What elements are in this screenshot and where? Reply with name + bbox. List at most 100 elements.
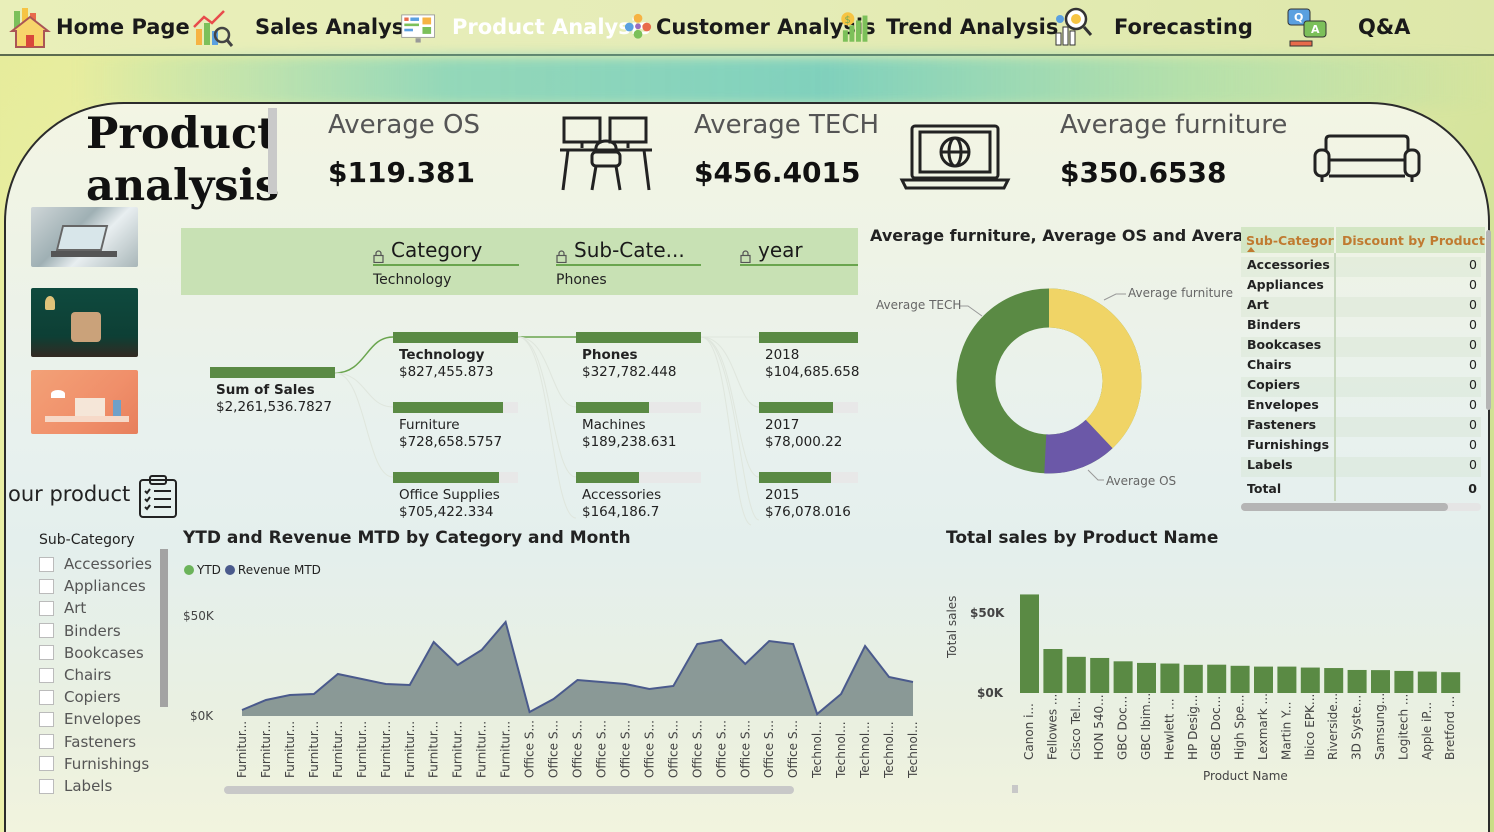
table-cell-name: Furnishings xyxy=(1247,437,1330,452)
checkbox[interactable] xyxy=(39,600,54,616)
checkbox[interactable] xyxy=(39,645,54,661)
nav-product-analysis[interactable]: Product Analysis xyxy=(400,0,650,54)
table-cell-name: Binders xyxy=(1247,317,1301,332)
table-row[interactable]: Labels 0 xyxy=(1241,457,1481,477)
kpi-tech-label: Average TECH xyxy=(694,110,880,140)
slicer-item-label: Envelopes xyxy=(64,710,141,729)
nav-qa[interactable]: Q A Q&A xyxy=(1286,0,1410,54)
table-row[interactable]: Accessories 0 xyxy=(1241,257,1481,277)
x-tick-label: Furnitur... xyxy=(259,721,273,778)
checkbox[interactable] xyxy=(39,556,54,572)
nav-home-label: Home Page xyxy=(56,15,190,39)
checkbox[interactable] xyxy=(39,778,54,794)
decomp-node-bar[interactable] xyxy=(576,332,701,343)
slicer-item-label: Bookcases xyxy=(64,643,144,662)
decomp-node-bar[interactable] xyxy=(393,402,518,413)
decomp-field-subcategory[interactable]: Sub-Cate... Phones xyxy=(556,238,701,288)
x-tick-label: Office S... xyxy=(786,720,800,778)
slicer-item[interactable]: Appliances xyxy=(39,575,146,597)
table-row[interactable]: Fasteners 0 xyxy=(1241,417,1481,437)
slicer-item[interactable]: Accessories xyxy=(39,553,152,575)
checkbox[interactable] xyxy=(39,734,54,750)
nav-forecasting[interactable]: Forecasting xyxy=(1050,0,1253,54)
table-row[interactable]: Furnishings 0 xyxy=(1241,437,1481,457)
bar-chart-scrollbar[interactable] xyxy=(1012,785,1018,793)
x-tick-label: Canon i... xyxy=(1022,703,1036,760)
table-row[interactable]: Envelopes 0 xyxy=(1241,397,1481,417)
slicer-item[interactable]: Furnishings xyxy=(39,753,149,775)
slicer-item[interactable]: Bookcases xyxy=(39,642,144,664)
table-row[interactable]: Binders 0 xyxy=(1241,317,1481,337)
decomp-field-title: Sub-Cate... xyxy=(574,238,685,262)
checkbox[interactable] xyxy=(39,623,54,639)
slicer-item[interactable]: Copiers xyxy=(39,686,121,708)
donut-label-os: Average OS xyxy=(1106,474,1177,488)
kpi-os-value: $119.381 xyxy=(328,156,476,189)
slicer-item[interactable]: Art xyxy=(39,597,86,619)
decomp-root-bar[interactable] xyxy=(210,367,335,378)
table-cell-name: Fasteners xyxy=(1247,417,1317,432)
bar xyxy=(1371,670,1390,693)
x-tick-label: Office S... xyxy=(738,720,752,778)
table-row[interactable]: Art 0 xyxy=(1241,297,1481,317)
forecast-icon xyxy=(1055,7,1093,46)
decomp-node-bar[interactable] xyxy=(393,332,518,343)
table-horizontal-scrollbar[interactable] xyxy=(1241,503,1481,511)
nav-glow-decoration xyxy=(0,56,1494,106)
x-tick-label: Bretford ... xyxy=(1443,696,1457,760)
table-row[interactable]: Chairs 0 xyxy=(1241,357,1481,377)
checkbox[interactable] xyxy=(39,667,54,683)
decomp-field-category[interactable]: Category Technology xyxy=(373,238,519,288)
table-cell-name: Art xyxy=(1247,297,1269,312)
x-tick-label: Technol... xyxy=(882,721,896,779)
x-tick-label: Office S... xyxy=(642,720,656,778)
x-tick-label: Furnitur... xyxy=(427,721,441,778)
x-tick-label: 3D Syste... xyxy=(1350,695,1364,760)
nav-trend-analysis[interactable]: $ Trend Analysis xyxy=(838,0,1058,54)
slicer-scrollbar[interactable] xyxy=(160,549,168,707)
discount-table[interactable]: Sub-Category Discount by Product Count A… xyxy=(1241,227,1485,512)
clipboard-list-icon xyxy=(139,475,177,518)
ytd-area-chart[interactable]: $50K $0K Furnitur... Furnitur... Furnitur...… xyxy=(170,590,930,800)
x-tick-label: GBC Doc... xyxy=(1209,696,1223,760)
checkbox[interactable] xyxy=(39,689,54,705)
page-title: Product analysis xyxy=(86,109,280,211)
decomp-node-bar[interactable] xyxy=(759,472,858,483)
table-vertical-scrollbar[interactable] xyxy=(1486,230,1491,410)
x-axis-title: Product Name xyxy=(1203,769,1288,783)
table-row[interactable]: Copiers 0 xyxy=(1241,377,1481,397)
slicer-item[interactable]: Binders xyxy=(39,620,121,642)
table-header-discount[interactable]: Discount by Product Count xyxy=(1336,227,1485,253)
table-row[interactable]: Appliances 0 xyxy=(1241,277,1481,297)
decomp-node-bar[interactable] xyxy=(576,402,701,413)
product-sales-bar-chart[interactable]: Total sales $50K $0K Canon i... Fellowes ...… xyxy=(940,580,1480,795)
table-cell-name: Labels xyxy=(1247,457,1293,472)
y-axis-title: Total sales xyxy=(945,596,959,659)
decomp-node-bar[interactable] xyxy=(393,472,518,483)
decomp-field-value: Technology xyxy=(373,272,452,288)
slicer-item[interactable]: Envelopes xyxy=(39,708,141,730)
x-tick-label: GBC Doc... xyxy=(1116,696,1130,760)
ytd-chart-scrollbar[interactable] xyxy=(224,786,794,794)
checkbox[interactable] xyxy=(39,711,54,727)
nav-sales-analysis[interactable]: Sales Analysis xyxy=(190,0,424,54)
decomp-node-bar[interactable] xyxy=(759,332,858,343)
checkbox[interactable] xyxy=(39,756,54,772)
x-tick-label: Office S... xyxy=(618,720,632,778)
slicer-item-label: Chairs xyxy=(64,666,112,684)
decomp-field-year[interactable]: year xyxy=(740,238,858,272)
kpi-tech-value: $456.4015 xyxy=(694,156,861,189)
slicer-item[interactable]: Labels xyxy=(39,775,112,797)
nav-home[interactable]: Home Page xyxy=(8,0,190,54)
decomp-node-bar[interactable] xyxy=(576,472,701,483)
checkbox[interactable] xyxy=(39,578,54,594)
table-cell-name: Bookcases xyxy=(1247,337,1322,352)
decomp-node-label: 2018 $104,685.658 xyxy=(765,347,860,380)
slicer-item[interactable]: Fasteners xyxy=(39,731,136,753)
table-row[interactable]: Bookcases 0 xyxy=(1241,337,1481,357)
decomp-node-bar[interactable] xyxy=(759,402,858,413)
x-tick-label: Furnitur... xyxy=(499,721,513,778)
slicer-item[interactable]: Chairs xyxy=(39,664,111,686)
decomp-node-label: 2017 $78,000.22 xyxy=(765,417,843,450)
table-cell-value: 0 xyxy=(1469,397,1477,412)
